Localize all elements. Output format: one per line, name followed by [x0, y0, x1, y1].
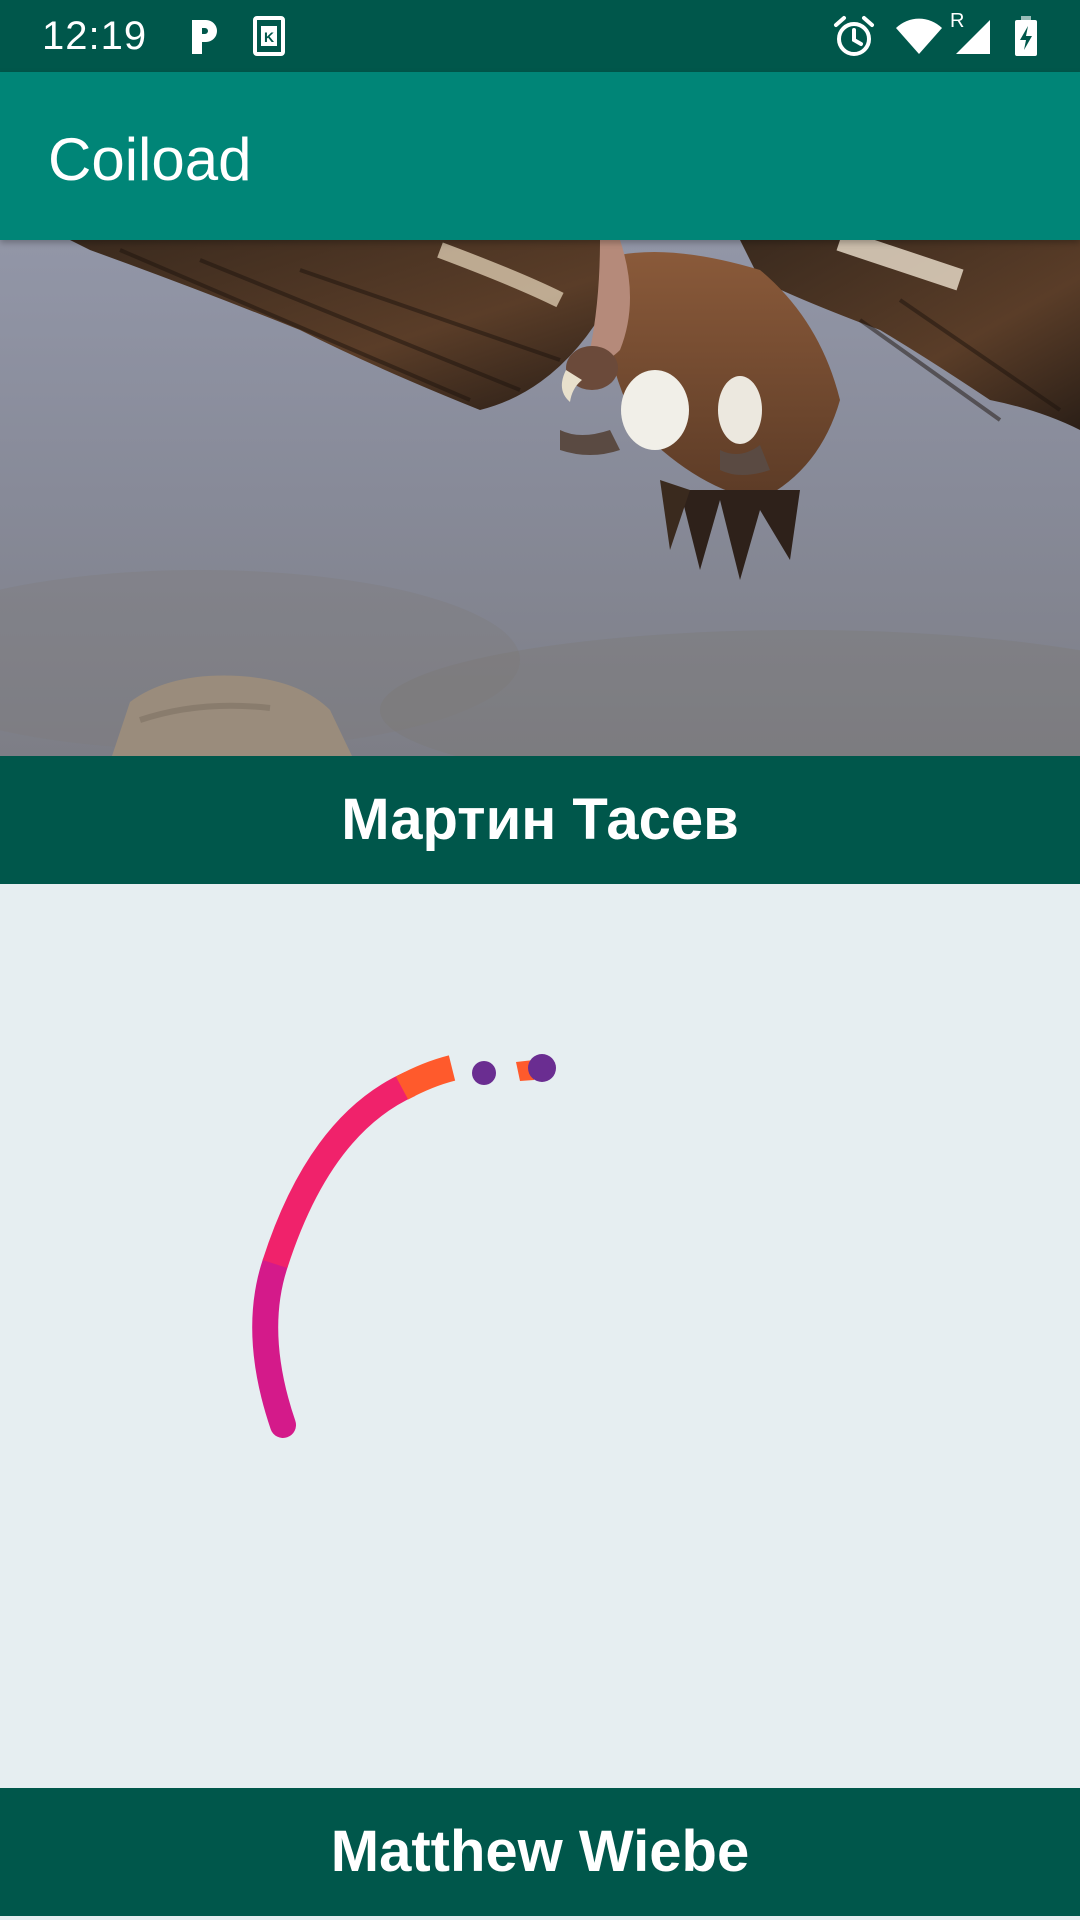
app-bar: Coiload	[0, 72, 1080, 240]
list-bottom-edge	[0, 1916, 1080, 1920]
p-notification-icon	[192, 20, 217, 54]
vulture-image	[0, 240, 1080, 756]
status-bar: 12:19 K R	[0, 0, 1080, 72]
svg-text:K: K	[264, 29, 274, 45]
app-title: Coiload	[48, 126, 252, 193]
alarm-icon	[834, 16, 874, 56]
photo-caption-2: Matthew Wiebe	[0, 1788, 1080, 1916]
image-placeholder[interactable]	[0, 884, 1080, 1788]
loading-spinner-icon	[252, 1054, 556, 1438]
vulture-photo[interactable]	[0, 240, 1080, 756]
wifi-icon	[896, 18, 942, 54]
signal-icon	[956, 20, 990, 54]
battery-charging-icon	[1015, 16, 1037, 56]
status-time: 12:19	[42, 14, 148, 58]
photo-caption-1: Мартин Тасев	[0, 756, 1080, 884]
k-notification-icon: K	[253, 16, 285, 56]
